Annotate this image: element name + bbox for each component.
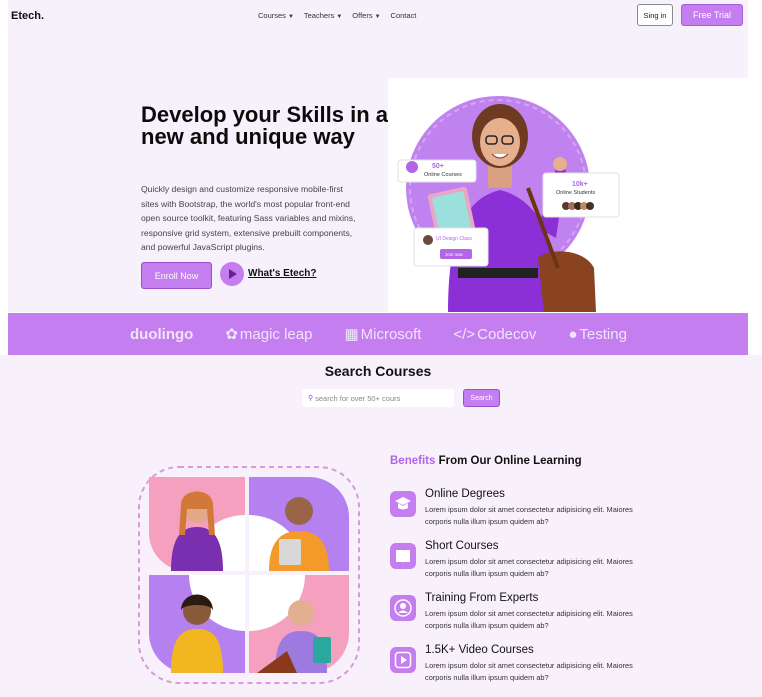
free-trial-button[interactable]: Free Trial xyxy=(681,4,743,26)
search-input[interactable]: ⚲ search for over 50+ cours xyxy=(302,389,454,407)
benefit-description: Lorem ipsum dolor sit amet consectetur a… xyxy=(425,609,633,630)
partner-logos: duolingo ✿ magic leap ▦ Microsoft </> Codec… xyxy=(130,325,659,344)
enroll-now-button[interactable]: Enroll Now xyxy=(141,262,212,289)
partner-magic-leap: ✿ magic leap xyxy=(225,325,313,344)
search-title: Search Courses xyxy=(324,363,432,379)
hero-description: Quickly design and customize responsive … xyxy=(141,184,356,253)
hero-image: 50+ Online Courses 10k+ Online Students … xyxy=(388,78,748,312)
join-now-label: Join now xyxy=(445,252,464,257)
hero-title: Develop your Skills in a new and unique … xyxy=(141,102,388,149)
person-icon: ● xyxy=(568,325,578,343)
courses-count: 50+ xyxy=(432,163,444,170)
benefit-description: Lorem ipsum dolor sit amet consectetur a… xyxy=(425,557,633,578)
students-count: 10k+ xyxy=(572,181,588,188)
nav-menu: Courses ▼ Teachers ▼ Offers ▼ Contact xyxy=(258,11,416,20)
graduation-cap-icon xyxy=(390,491,416,517)
benefits-title: Benefits From Our Online Learning xyxy=(390,455,650,467)
benefit-title: Online Degrees xyxy=(425,488,505,500)
hero-illustration: 50+ Online Courses 10k+ Online Students … xyxy=(388,78,748,312)
design-class-label: UI Design Class xyxy=(436,236,472,242)
nav-item-teachers[interactable]: Teachers ▼ xyxy=(304,11,342,20)
page: Etech. Courses ▼ Teachers ▼ Offers ▼ Contac… xyxy=(0,0,762,697)
caret-down-icon: ▼ xyxy=(287,14,294,20)
benefit-description: Lorem ipsum dolor sit amet consectetur a… xyxy=(425,505,633,526)
benefit-description: Lorem ipsum dolor sit amet consectetur a… xyxy=(425,661,633,682)
navbar: Etech. Courses ▼ Teachers ▼ Offers ▼ Contac… xyxy=(8,0,748,30)
nav-item-contact[interactable]: Contact xyxy=(391,11,417,20)
search-button[interactable]: Search xyxy=(463,389,500,407)
benefit-item: Short Courses Lorem ipsum dolor sit amet… xyxy=(390,540,650,588)
search-section: Search Courses ⚲ search for over 50+ cou… xyxy=(0,355,762,697)
search-placeholder: search for over 50+ cours xyxy=(315,393,401,403)
benefit-title: Training From Experts xyxy=(425,592,539,604)
magic-leap-icon: ✿ xyxy=(225,326,238,343)
code-icon: </> xyxy=(453,325,476,343)
hero-section: Etech. Courses ▼ Teachers ▼ Offers ▼ Contac… xyxy=(8,0,748,312)
windows-icon: ▦ xyxy=(344,326,359,343)
benefit-title: 1.5K+ Video Courses xyxy=(425,644,534,656)
partner-microsoft: ▦ Microsoft xyxy=(344,325,422,344)
students-label: Online Students xyxy=(556,190,595,196)
courses-label: Online Courses xyxy=(424,172,462,178)
benefit-item: Training From Experts Lorem ipsum dolor … xyxy=(390,592,650,640)
partners-strip: duolingo ✿ magic leap ▦ Microsoft </> Codec… xyxy=(8,313,748,355)
brand-logo[interactable]: Etech. xyxy=(11,10,44,22)
students-collage xyxy=(137,465,361,685)
benefit-item: Online Degrees Lorem ipsum dolor sit ame… xyxy=(390,488,650,536)
caret-down-icon: ▼ xyxy=(374,14,381,20)
benefits-panel: Benefits From Our Online Learning Online… xyxy=(390,455,650,682)
benefit-item: 1.5K+ Video Courses Lorem ipsum dolor si… xyxy=(390,644,650,692)
collage-illustration xyxy=(138,466,360,684)
signin-button[interactable]: Sing in xyxy=(637,4,673,26)
play-icon xyxy=(229,269,237,279)
caret-down-icon: ▼ xyxy=(336,14,343,20)
search-icon: ⚲ xyxy=(308,395,314,402)
user-icon xyxy=(390,595,416,621)
nav-item-courses[interactable]: Courses ▼ xyxy=(258,11,294,20)
play-icon xyxy=(390,647,416,673)
nav-item-offers[interactable]: Offers ▼ xyxy=(352,11,380,20)
book-icon xyxy=(390,543,416,569)
play-video-button[interactable] xyxy=(220,262,244,286)
benefit-title: Short Courses xyxy=(425,540,499,552)
partner-duolingo: duolingo xyxy=(130,325,194,343)
benefits-title-highlight: Benefits xyxy=(390,455,436,467)
whats-etech-link[interactable]: What's Etech? xyxy=(248,268,317,279)
partner-testing: ● Testing xyxy=(568,325,627,343)
partner-codecov: </> Codecov xyxy=(453,325,537,343)
benefits-title-rest: From Our Online Learning xyxy=(435,455,582,467)
